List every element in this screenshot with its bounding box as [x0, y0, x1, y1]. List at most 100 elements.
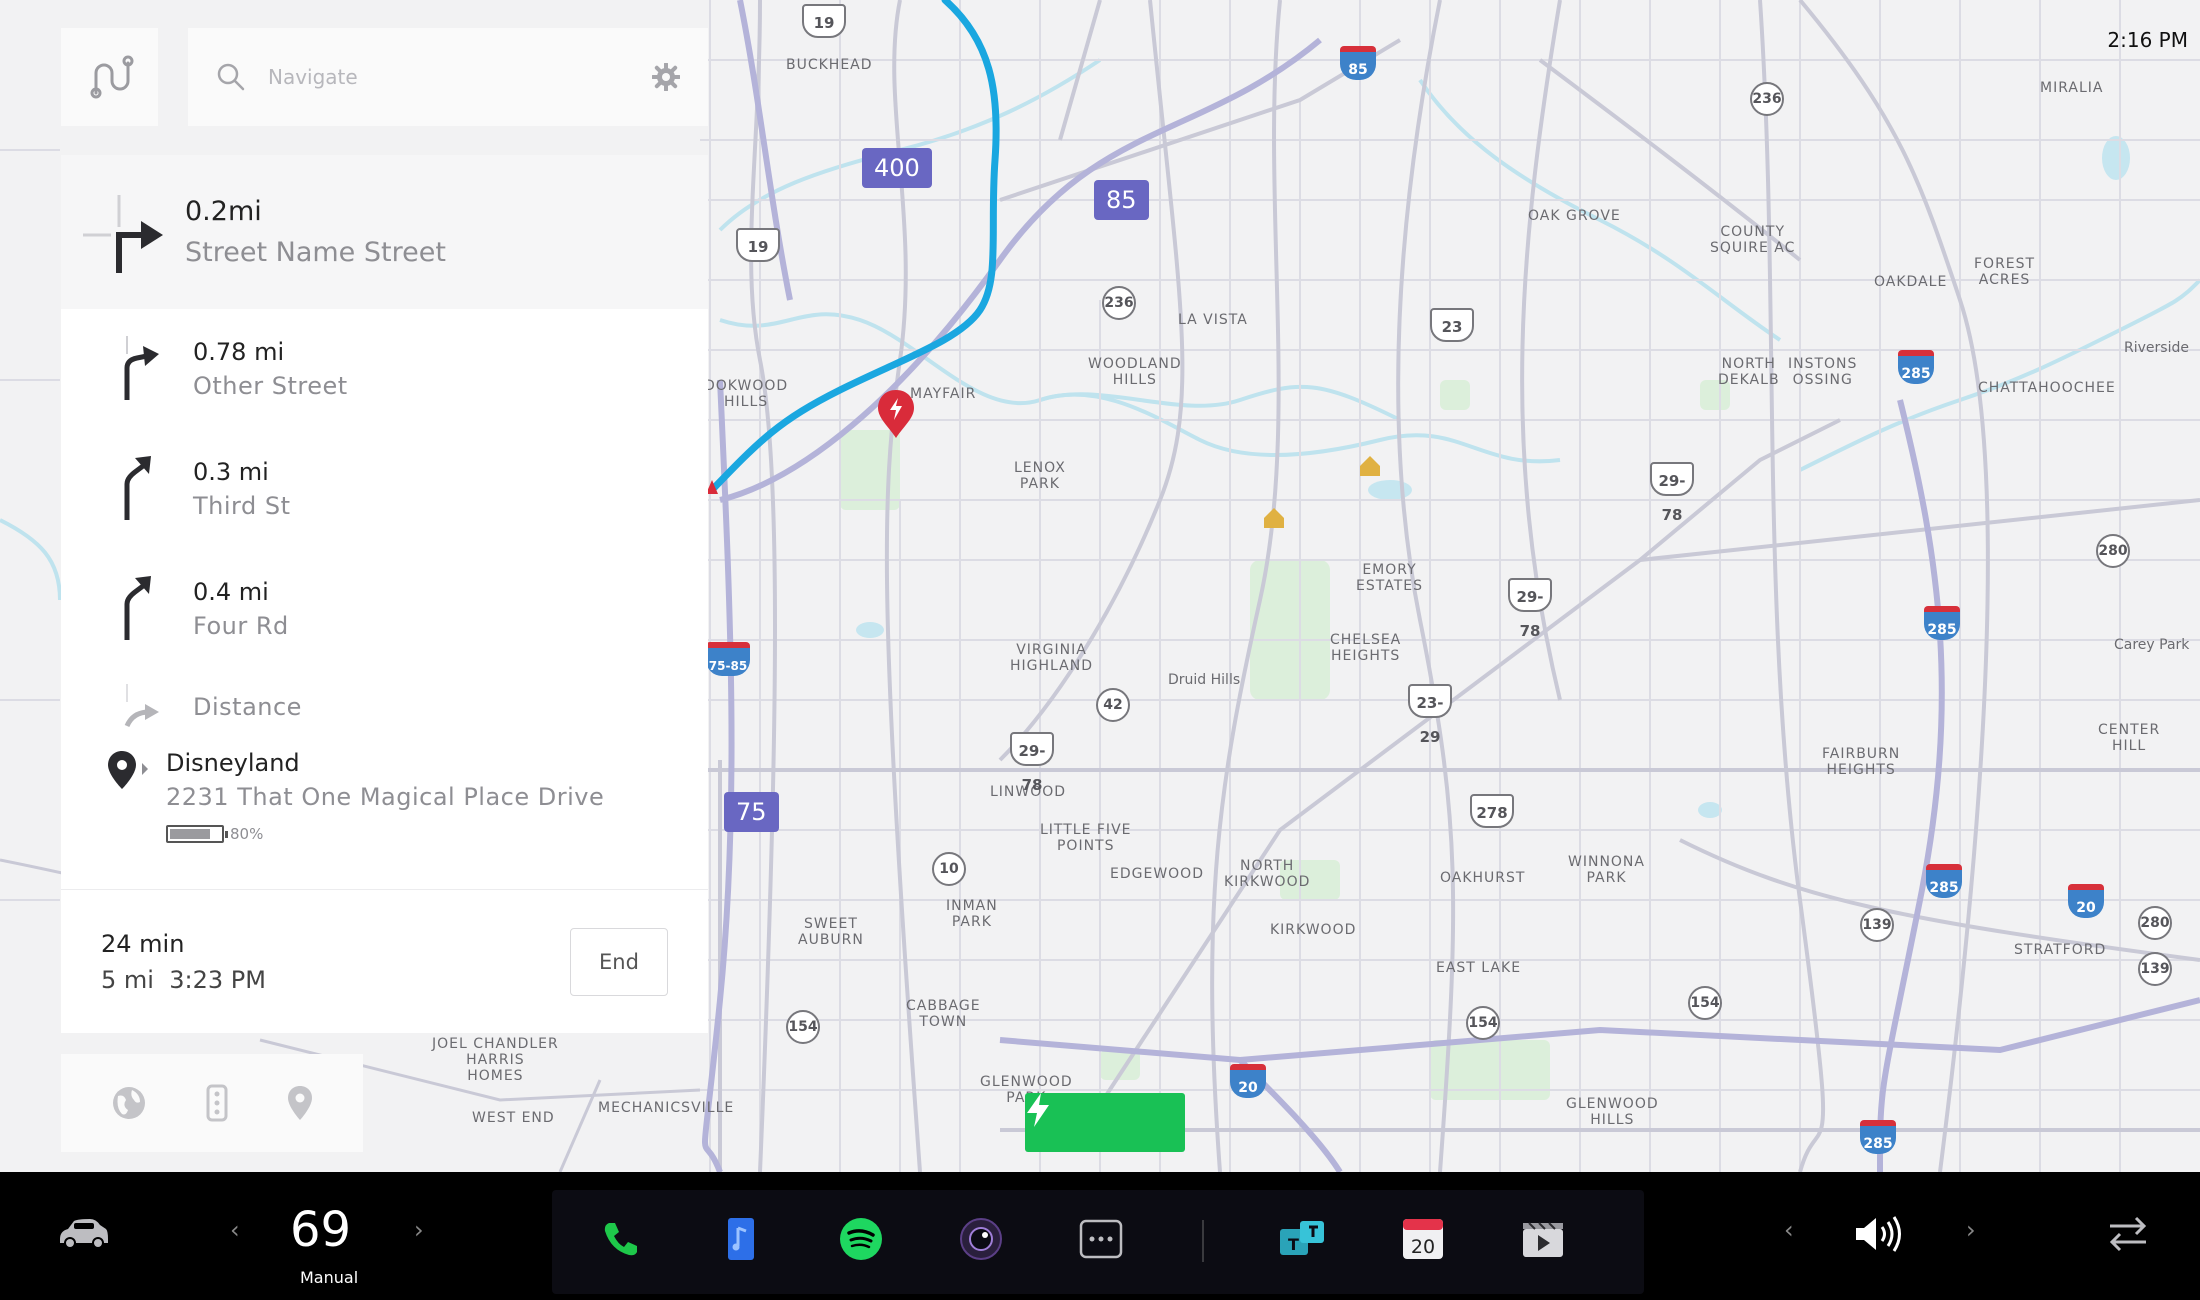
camera-icon[interactable]	[956, 1214, 1006, 1264]
search-icon	[217, 63, 245, 91]
temp-up-chevron-icon[interactable]: ›	[414, 1216, 424, 1244]
destination-name: Disneyland	[166, 749, 300, 777]
route-shield-large: 85	[1094, 180, 1149, 220]
poi-house-icon	[1264, 456, 1380, 528]
spotify-icon[interactable]	[836, 1214, 886, 1264]
location-pin-icon	[108, 751, 148, 789]
route-icon	[90, 55, 133, 99]
theater-icon[interactable]	[1518, 1214, 1568, 1264]
map-label: CABBAGE TOWN	[906, 998, 981, 1030]
music-icon[interactable]	[716, 1214, 766, 1264]
lightning-icon	[1027, 1093, 1049, 1127]
map-tools	[61, 1054, 363, 1152]
route-shield: 42	[1096, 688, 1130, 722]
trip-arrival: 3:23 PM	[169, 965, 266, 994]
swap-arrows-icon[interactable]	[2104, 1210, 2152, 1258]
svg-text:T: T	[1288, 1235, 1299, 1254]
supercharger-button[interactable]	[1025, 1093, 1185, 1152]
navigate-search-bar[interactable]: Navigate	[188, 28, 708, 126]
interstate-shield: 20	[1230, 1064, 1266, 1098]
car-icon[interactable]	[56, 1212, 110, 1256]
trip-distance-arrival: 5 mi 3:23 PM	[101, 966, 266, 994]
tray-divider	[1202, 1220, 1204, 1262]
clock: 2:16 PM	[2107, 28, 2188, 52]
temp-down-chevron-icon[interactable]: ‹	[230, 1216, 240, 1244]
map-label: OAK GROVE	[1528, 208, 1621, 224]
trip-distance: 5 mi	[101, 965, 154, 994]
map-label: CHELSEA HEIGHTS	[1330, 632, 1402, 664]
bear-right-icon	[124, 456, 151, 520]
more-icon[interactable]	[1076, 1214, 1126, 1264]
destination-address: 2231 That One Magical Place Drive	[166, 783, 605, 811]
route-shield: 19	[802, 4, 846, 38]
gear-icon[interactable]	[652, 63, 680, 91]
map-label: OAKDALE	[1874, 274, 1948, 290]
step-street: Third St	[193, 492, 291, 520]
route-shield: 236	[1102, 286, 1136, 320]
map-label: Carey Park	[2114, 637, 2190, 653]
route-shield: 280	[2138, 906, 2172, 940]
calendar-icon[interactable]: 20	[1398, 1214, 1448, 1264]
map-label: CHATTAHOOCHEE	[1978, 380, 2116, 396]
map-label: FAIRBURN HEIGHTS	[1822, 746, 1901, 778]
route-overview-button[interactable]	[61, 28, 158, 126]
map-label: NORTH KIRKWOOD	[1224, 858, 1311, 890]
map-label: LA VISTA	[1178, 312, 1248, 328]
route-shield-large: 400	[862, 148, 932, 188]
route-shield: 236	[1750, 82, 1784, 116]
turn-right-icon	[83, 195, 163, 273]
map-label: SWEET AUBURN	[798, 916, 864, 948]
volume-icon[interactable]	[1852, 1210, 1908, 1258]
current-maneuver[interactable]: 0.2mi Street Name Street	[61, 155, 708, 309]
route-shield: 139	[2138, 952, 2172, 986]
search-input[interactable]: Navigate	[268, 65, 652, 89]
interstate-shield: 75-85	[706, 642, 750, 676]
map-label: Druid Hills	[1168, 672, 1241, 688]
volume-down-chevron-icon[interactable]: ‹	[1784, 1216, 1794, 1244]
map-label: CENTER HILL	[2098, 722, 2161, 754]
location-pin-icon[interactable]	[286, 1084, 314, 1122]
map-label: EAST LAKE	[1436, 960, 1522, 976]
map-label: INMAN PARK	[946, 898, 998, 930]
step-street: Distance	[193, 693, 302, 721]
map-label: KIRKWOOD	[1270, 922, 1357, 938]
current-step-distance: 0.2mi	[185, 196, 262, 227]
maneuver-step[interactable]: 0.4 mi Four Rd	[61, 549, 708, 669]
map-label: LENOX PARK	[1014, 460, 1066, 492]
arrival-battery: 80%	[166, 825, 604, 843]
map-label: LITTLE FIVE POINTS	[1040, 822, 1132, 854]
phone-icon[interactable]	[596, 1214, 646, 1264]
route-shield: 280	[2096, 534, 2130, 568]
route-shield: 154	[1688, 986, 1722, 1020]
cabin-temperature[interactable]: 69	[290, 1202, 351, 1258]
route-shield: 278	[1470, 794, 1514, 828]
route-shield: 10	[932, 852, 966, 886]
calendar-day: 20	[1411, 1236, 1435, 1258]
volume-up-chevron-icon[interactable]: ›	[1966, 1216, 1976, 1244]
step-street: Other Street	[193, 372, 348, 400]
turn-by-turn-panel: 0.2mi Street Name Street 0.78 mi Other S…	[61, 155, 708, 1033]
maneuver-step[interactable]: 0.78 mi Other Street	[61, 309, 708, 429]
step-distance: 0.3 mi	[193, 458, 269, 486]
toybox-icon[interactable]: T	[1278, 1214, 1328, 1264]
maneuver-step[interactable]: Distance	[61, 669, 708, 745]
interstate-shield: 285	[1924, 606, 1960, 640]
app-launcher-tray: T 20	[552, 1190, 1644, 1294]
map-label: STRATFORD	[2014, 942, 2107, 958]
route-shield: 19	[736, 228, 780, 262]
step-distance: 0.4 mi	[193, 578, 269, 606]
bottom-dock: ‹ 69 Manual › T 20 ‹ ›	[0, 1172, 2200, 1300]
maneuver-step[interactable]: 0.3 mi Third St	[61, 429, 708, 549]
step-distance: 0.78 mi	[193, 338, 285, 366]
route-shield-large: 75	[724, 792, 779, 832]
end-navigation-button[interactable]: End	[570, 927, 668, 996]
bear-right-icon	[124, 576, 151, 640]
map-label: WEST END	[472, 1110, 555, 1126]
destination[interactable]: Disneyland 2231 That One Magical Place D…	[61, 749, 708, 843]
map-label: BUCKHEAD	[786, 57, 873, 73]
climate-mode: Manual	[300, 1268, 359, 1287]
turn-right-icon	[124, 336, 159, 400]
route-shield: 154	[1466, 1006, 1500, 1040]
globe-icon[interactable]	[110, 1084, 148, 1122]
traffic-light-icon[interactable]	[205, 1084, 229, 1122]
